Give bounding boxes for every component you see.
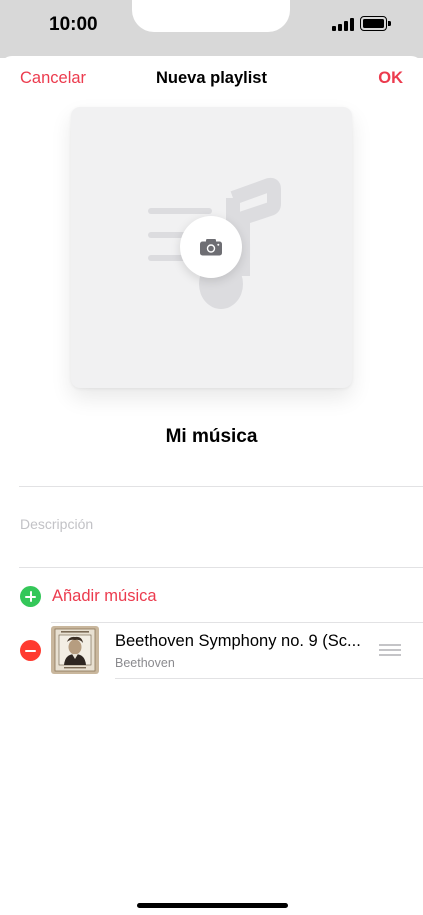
notch <box>132 0 290 32</box>
song-title: Beethoven Symphony no. 9 (Sc... <box>115 632 361 650</box>
divider <box>115 678 423 679</box>
status-time: 10:00 <box>49 14 98 35</box>
add-music-label: Añadir música <box>52 587 157 605</box>
minus-circle-icon[interactable] <box>20 640 41 661</box>
divider <box>19 567 423 568</box>
plus-circle-icon <box>20 586 41 607</box>
home-indicator[interactable] <box>137 903 288 908</box>
description-field[interactable] <box>20 512 403 536</box>
cancel-button[interactable]: Cancelar <box>20 69 86 88</box>
cellular-signal-icon <box>332 17 354 31</box>
divider <box>19 486 423 487</box>
playlist-name-field[interactable]: Mi música <box>0 426 423 448</box>
ok-button[interactable]: OK <box>378 69 403 88</box>
status-bar: 10:00 <box>0 0 423 58</box>
song-artist: Beethoven <box>115 656 175 670</box>
new-playlist-sheet: Nueva playlist Cancelar OK Mi música Aña <box>0 56 423 915</box>
add-music-button[interactable]: Añadir música <box>20 585 280 609</box>
playlist-artwork[interactable] <box>71 107 352 388</box>
album-art <box>51 626 99 674</box>
battery-icon <box>360 16 391 31</box>
camera-icon <box>200 239 222 256</box>
camera-button[interactable] <box>180 216 242 278</box>
battery-level <box>362 18 385 29</box>
list-item[interactable]: Beethoven Symphony no. 9 (Sc... Beethove… <box>0 623 423 679</box>
drag-handle-icon[interactable] <box>379 643 401 657</box>
